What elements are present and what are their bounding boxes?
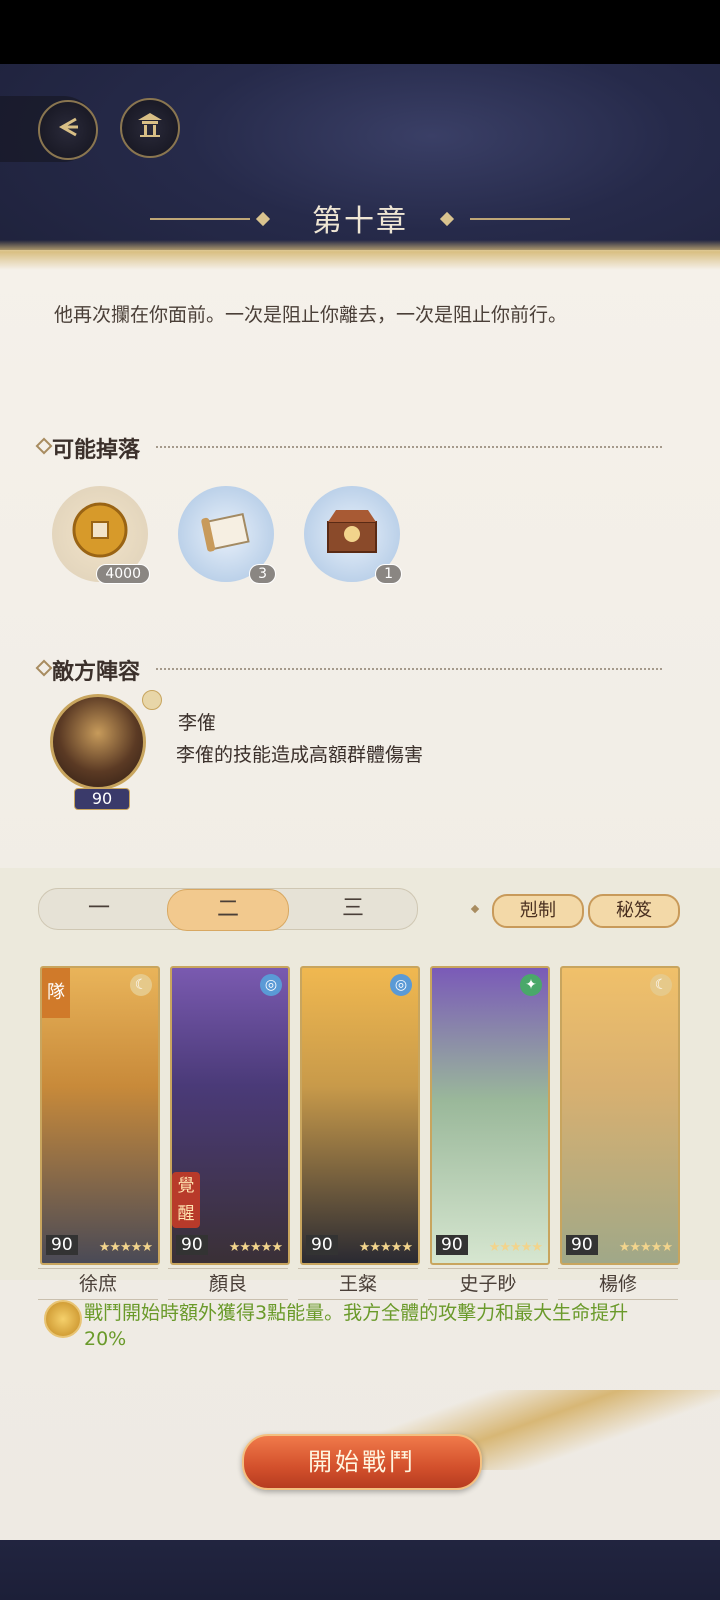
- enemy-description: 李傕的技能造成高額群體傷害: [176, 744, 424, 766]
- hero-name: 徐庶: [38, 1268, 158, 1300]
- pavilion-icon: [135, 110, 165, 147]
- hero-stars: ★★★★★: [228, 1240, 283, 1255]
- awakened-tag: 覺醒: [172, 1172, 200, 1228]
- chapter-title: 第十章: [312, 204, 408, 239]
- moon-element-icon: ☾: [650, 974, 672, 996]
- tab-team-1[interactable]: 一: [39, 889, 159, 929]
- enemy-name: 李傕: [178, 712, 217, 734]
- hero-name: 楊修: [558, 1268, 678, 1300]
- drop-count: 1: [375, 564, 402, 584]
- back-arrow-icon: [54, 113, 82, 148]
- hero-card-1[interactable]: 隊 ☾ 90 ★★★★★: [40, 966, 160, 1265]
- tab-team-3[interactable]: 三: [293, 889, 413, 929]
- hero-name: 史子眇: [428, 1268, 548, 1300]
- moon-element-icon: ☾: [130, 974, 152, 996]
- wind-element-icon: ✦: [520, 974, 542, 996]
- scroll-icon: [198, 504, 254, 564]
- drop-count: 3: [249, 564, 276, 584]
- hero-card-5[interactable]: ☾ 90 ★★★★★: [560, 966, 680, 1265]
- stage-description: 他再次攔在你面前。一次是阻止你離去，一次是阻止你前行。: [54, 304, 568, 326]
- home-button[interactable]: [120, 98, 180, 158]
- dotted-divider: [156, 668, 662, 670]
- enemy-portrait[interactable]: 90: [46, 690, 162, 810]
- hero-name: 王粲: [298, 1268, 418, 1300]
- enemy-title: 敵方陣容: [52, 659, 141, 685]
- hero-stars: ★★★★★: [358, 1240, 413, 1255]
- drop-item-coin[interactable]: 4000: [52, 486, 150, 584]
- captain-tag: 隊: [42, 968, 70, 1018]
- buff-text: 戰鬥開始時額外獲得3點能量。我方全體的攻擊力和最大生命提升20%: [84, 1302, 629, 1350]
- back-button[interactable]: [38, 100, 98, 160]
- start-battle-button[interactable]: 開始戰鬥: [242, 1434, 482, 1490]
- water-element-icon: ◎: [390, 974, 412, 996]
- hero-level: 90: [436, 1235, 468, 1255]
- counter-button[interactable]: 剋制: [492, 894, 584, 928]
- hero-name: 顏良: [168, 1268, 288, 1300]
- copper-coin-icon: [70, 500, 130, 564]
- hero-level: 90: [46, 1235, 78, 1255]
- enemy-level: 90: [74, 788, 130, 810]
- hero-card-3[interactable]: ◎ 90 ★★★★★: [300, 966, 420, 1265]
- hero-card-4[interactable]: ✦ 90 ★★★★★: [430, 966, 550, 1265]
- drops-title: 可能掉落: [52, 437, 141, 463]
- hero-stars: ★★★★★: [98, 1240, 153, 1255]
- water-element-icon: ◎: [260, 974, 282, 996]
- dotted-divider: [156, 446, 662, 448]
- team-tabs: 一 二 三: [38, 888, 418, 931]
- secret-button[interactable]: 秘笈: [588, 894, 680, 928]
- buff-icon: [44, 1300, 82, 1338]
- treasure-chest-icon: [322, 504, 382, 564]
- drop-count: 4000: [96, 564, 150, 584]
- hero-stars: ★★★★★: [488, 1240, 543, 1255]
- drop-item-chest[interactable]: 1: [304, 486, 402, 584]
- chapter-line-right: [470, 218, 570, 220]
- paper-gold-edge: [0, 240, 720, 270]
- hero-level: 90: [176, 1235, 208, 1255]
- drop-item-scroll[interactable]: 3: [178, 486, 276, 584]
- status-bar-area: [0, 0, 720, 64]
- moon-icon: [142, 690, 162, 710]
- hero-stars: ★★★★★: [618, 1240, 673, 1255]
- tab-team-2[interactable]: 二: [167, 889, 289, 931]
- hero-level: 90: [566, 1235, 598, 1255]
- enemy-avatar: [50, 694, 146, 790]
- hero-level: 90: [306, 1235, 338, 1255]
